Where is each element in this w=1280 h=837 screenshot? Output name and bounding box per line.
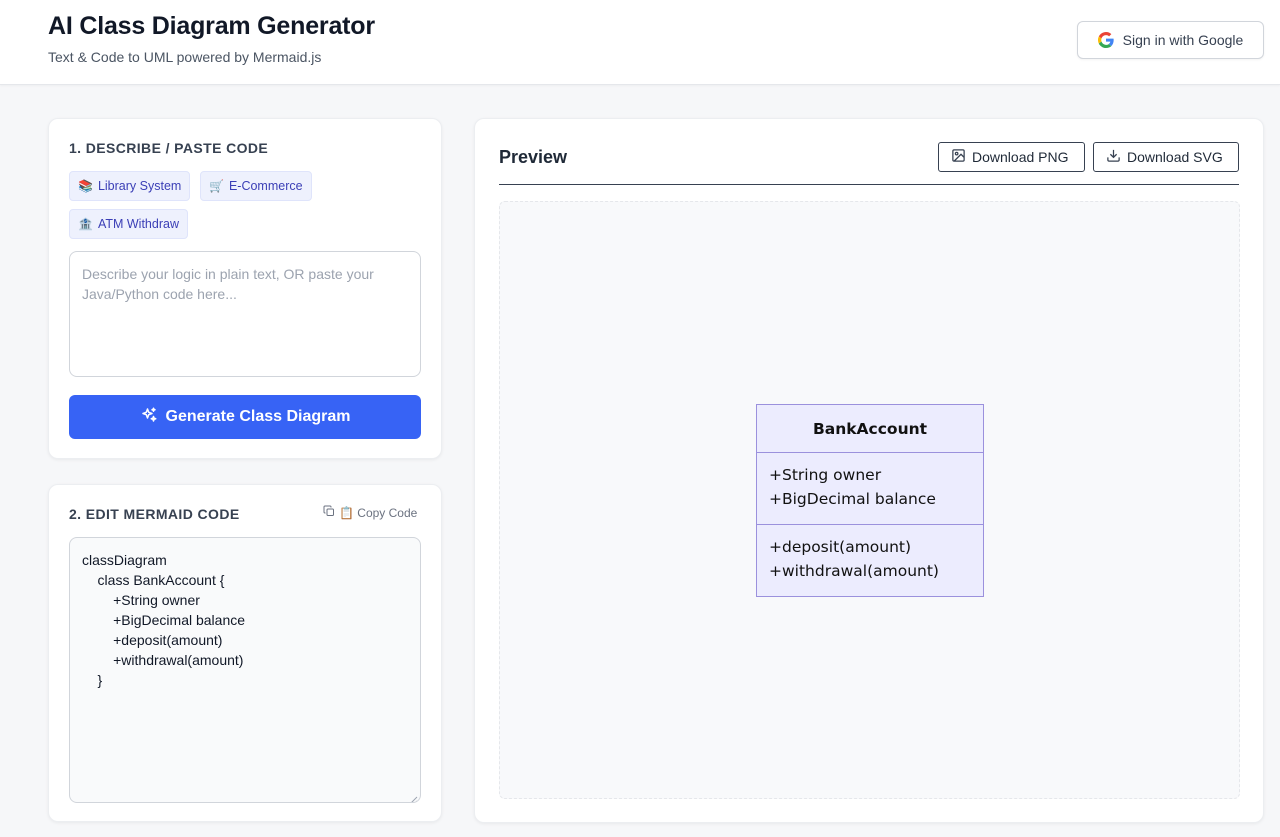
code-line: } xyxy=(82,672,103,688)
cart-icon: 🛒 xyxy=(209,179,224,193)
download-icon xyxy=(1106,148,1121,166)
download-svg-label: Download SVG xyxy=(1127,149,1223,165)
uml-method: +deposit(amount) xyxy=(769,538,912,556)
mermaid-code-editor[interactable]: classDiagram class BankAccount { +String… xyxy=(69,537,421,803)
preview-panel: Preview Download PNG Download SVG BankAc… xyxy=(474,118,1264,823)
example-chip-label: E-Commerce xyxy=(228,179,303,193)
uml-attributes: +String owner +BigDecimal balance xyxy=(757,453,983,525)
description-input[interactable]: Describe your logic in plain text, OR pa… xyxy=(69,251,421,377)
describe-section-title: 1. DESCRIBE / PASTE CODE xyxy=(69,140,269,156)
generate-diagram-label: Generate Class Diagram xyxy=(165,408,351,425)
copy-code-button[interactable]: 📋 Copy Code xyxy=(323,505,417,520)
example-chip-atm[interactable]: 🏦 ATM Withdraw xyxy=(69,209,188,239)
code-line: +BigDecimal balance xyxy=(82,612,246,628)
example-chip-library[interactable]: 📚 Library System xyxy=(69,171,191,201)
copy-icon xyxy=(323,505,335,520)
bank-icon: 🏦 xyxy=(78,217,93,231)
uml-class-name: BankAccount xyxy=(757,405,983,453)
books-icon: 📚 xyxy=(78,179,93,193)
download-png-label: Download PNG xyxy=(972,149,1069,165)
example-chip-label: Library System xyxy=(97,179,182,193)
app-subtitle: Text & Code to UML powered by Mermaid.js xyxy=(48,49,322,65)
preview-title: Preview xyxy=(499,147,568,167)
diagram-canvas[interactable]: BankAccount +String owner +BigDecimal ba… xyxy=(499,201,1240,799)
copy-code-label: 📋 Copy Code xyxy=(339,505,418,520)
example-chip-ecommerce[interactable]: 🛒 E-Commerce xyxy=(200,171,312,201)
code-line: +withdrawal(amount) xyxy=(82,652,244,668)
mermaid-code-panel: 2. EDIT MERMAID CODE 📋 Copy Code classDi… xyxy=(48,484,442,822)
mermaid-section-title: 2. EDIT MERMAID CODE xyxy=(69,506,240,522)
uml-methods: +deposit(amount) +withdrawal(amount) xyxy=(757,525,983,583)
resize-handle-icon[interactable] xyxy=(408,790,418,802)
google-signin-button[interactable]: Sign in with Google xyxy=(1077,21,1264,59)
download-svg-button[interactable]: Download SVG xyxy=(1093,142,1239,172)
uml-attribute: +String owner xyxy=(769,466,882,484)
image-icon xyxy=(951,148,966,166)
uml-attribute: +BigDecimal balance xyxy=(769,490,936,508)
generate-diagram-button[interactable]: Generate Class Diagram xyxy=(69,395,421,439)
download-png-button[interactable]: Download PNG xyxy=(938,142,1085,172)
code-line: class BankAccount { xyxy=(82,572,225,588)
google-icon xyxy=(1097,32,1114,48)
code-line: +deposit(amount) xyxy=(82,632,223,648)
google-signin-label: Sign in with Google xyxy=(1122,32,1244,48)
uml-method: +withdrawal(amount) xyxy=(769,562,939,580)
code-line: classDiagram xyxy=(82,552,167,568)
uml-class-box: BankAccount +String owner +BigDecimal ba… xyxy=(756,404,984,597)
code-line: +String owner xyxy=(82,592,200,608)
description-placeholder: Describe your logic in plain text, OR pa… xyxy=(82,266,374,302)
app-header: AI Class Diagram Generator Text & Code t… xyxy=(0,0,1280,85)
preview-divider xyxy=(499,184,1239,185)
example-chip-label: ATM Withdraw xyxy=(97,217,179,231)
sparkles-icon xyxy=(140,406,158,429)
describe-panel: 1. DESCRIBE / PASTE CODE 📚 Library Syste… xyxy=(48,118,442,459)
app-title: AI Class Diagram Generator xyxy=(48,12,375,40)
